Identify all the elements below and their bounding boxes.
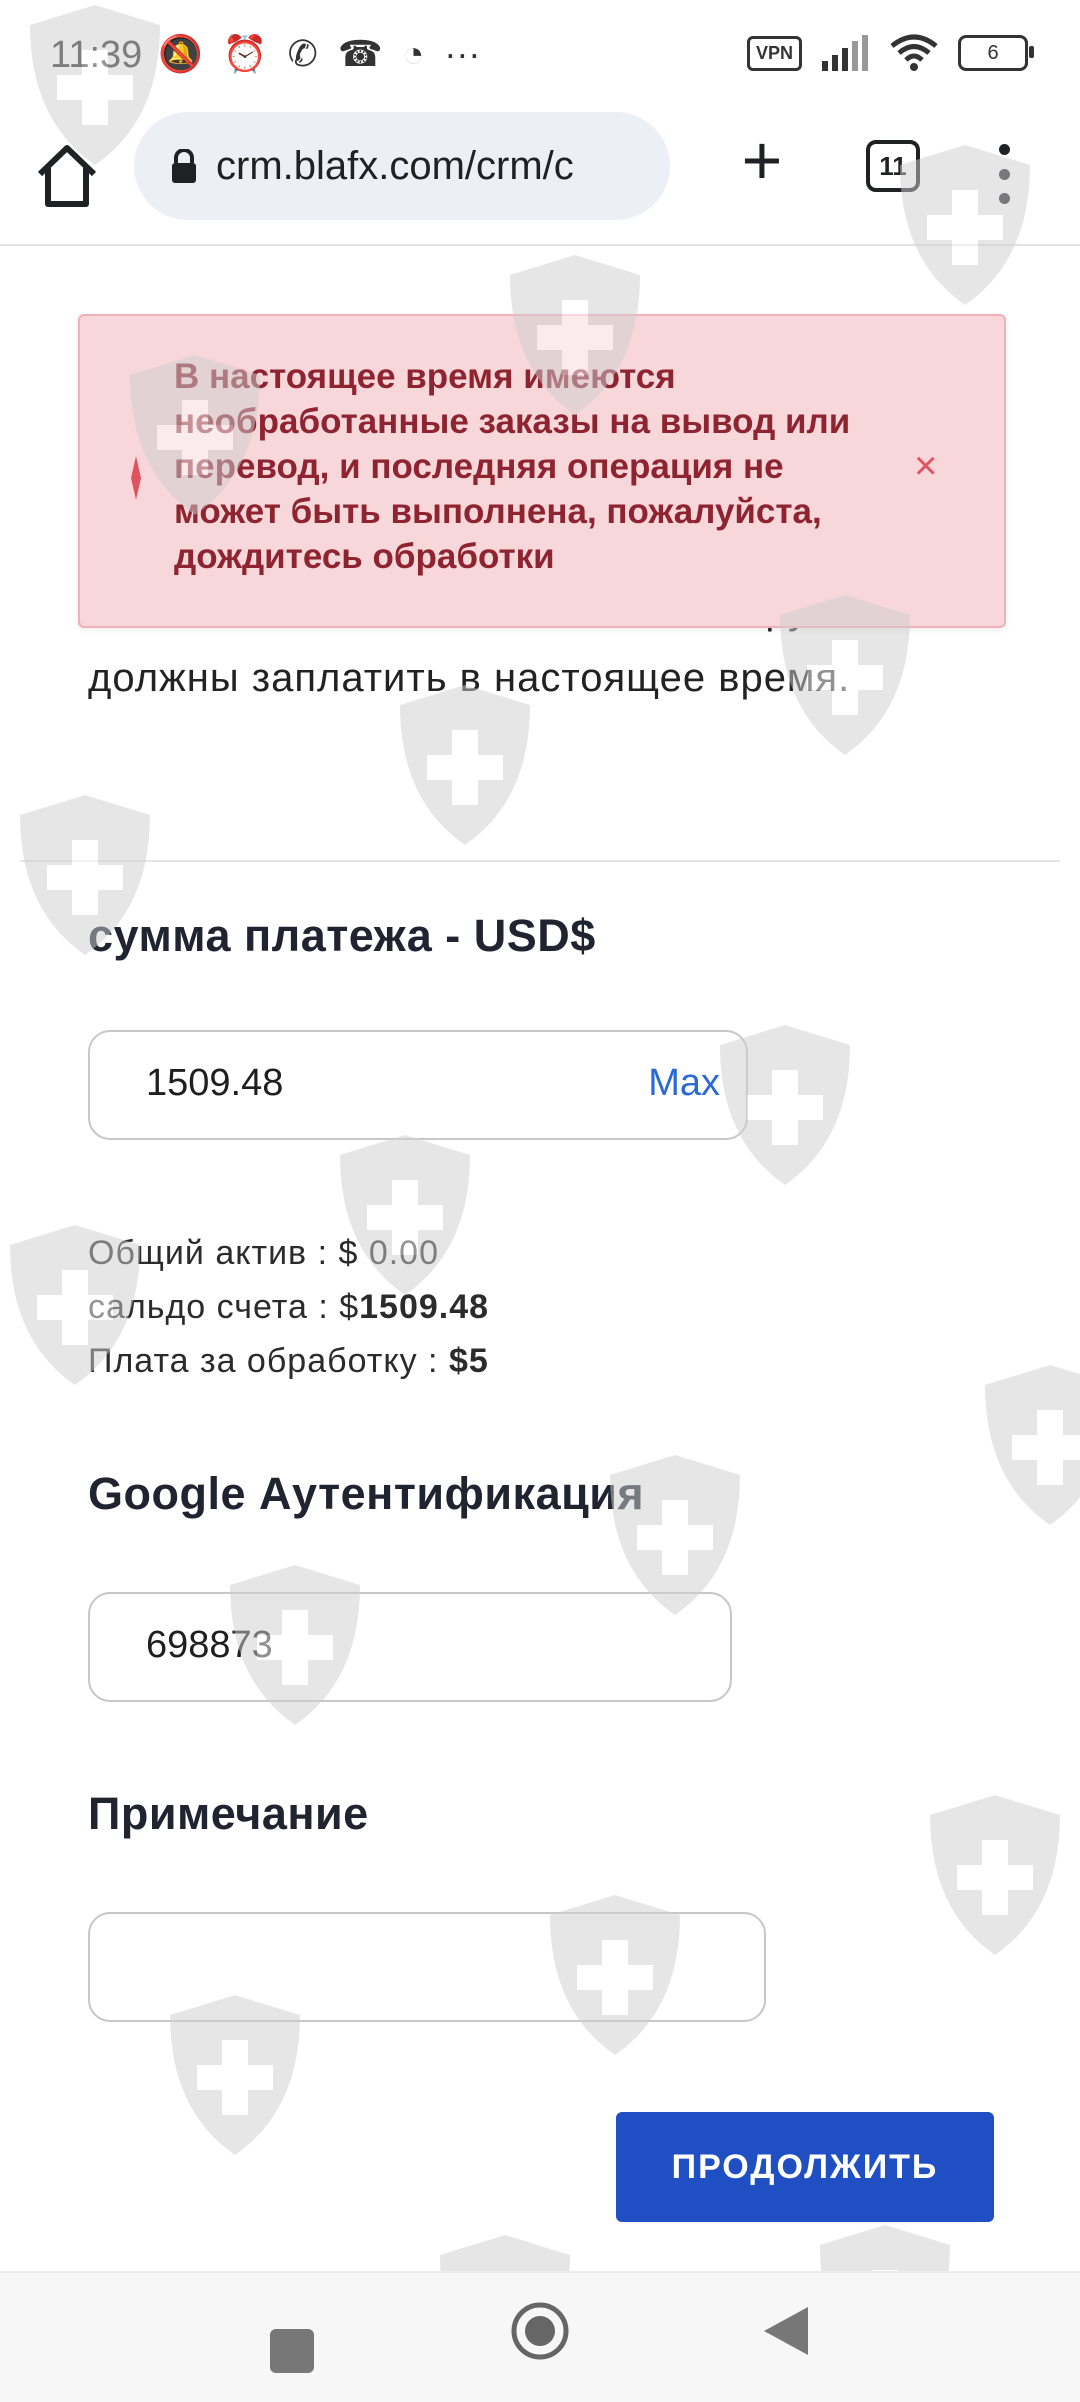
new-tab-button[interactable]: + xyxy=(730,125,794,195)
payment-amount-title: сумма платежа - USD$ xyxy=(88,910,596,961)
watermark-shield-icon xyxy=(230,1565,360,1725)
more-notifications-icon: ··· xyxy=(444,33,481,74)
signal-icon xyxy=(822,35,868,71)
clock-icon: ◔ xyxy=(402,33,425,74)
alarm-icon: ⏰ xyxy=(222,33,268,74)
watermark-shield-icon xyxy=(780,595,910,755)
watermark-shield-icon xyxy=(985,1365,1080,1525)
watermark-shield-icon xyxy=(20,795,150,955)
watermark-shield-icon xyxy=(720,1025,850,1185)
recents-button[interactable] xyxy=(270,2329,314,2373)
fee-value: $5 xyxy=(448,1342,489,1380)
vpn-badge: VPN xyxy=(746,35,802,71)
watermark-shield-icon xyxy=(170,1995,300,2155)
watermark-shield-icon xyxy=(130,355,260,515)
wifi-icon xyxy=(890,34,938,71)
payment-amount-input[interactable]: 1509.48 Max xyxy=(88,1030,748,1140)
watermark-shield-icon xyxy=(340,1135,470,1295)
close-icon[interactable]: × xyxy=(914,446,937,486)
section-divider xyxy=(20,860,1060,862)
watermark-shield-icon xyxy=(610,1455,740,1615)
whatsapp-icon: ✆ xyxy=(287,33,318,74)
home-nav-button[interactable] xyxy=(510,2301,570,2361)
viber-icon: ☎ xyxy=(337,33,383,74)
address-bar[interactable]: crm.blafx.com/crm/c xyxy=(134,112,670,220)
payment-amount-value: 1509.48 xyxy=(146,1062,284,1104)
google-auth-title: Google Аутентификация xyxy=(88,1468,645,1519)
watermark-shield-icon xyxy=(400,685,530,845)
system-nav-bar xyxy=(0,2271,1080,2402)
watermark-shield-icon xyxy=(510,255,640,415)
watermark-shield-icon xyxy=(550,1895,680,2055)
battery-icon: 6 xyxy=(958,35,1034,71)
lock-icon xyxy=(172,149,196,183)
url-text: crm.blafx.com/crm/c xyxy=(216,143,574,188)
continue-button[interactable]: ПРОДОЛЖИТЬ xyxy=(616,2112,994,2222)
watermark-shield-icon xyxy=(30,5,160,165)
note-title: Примечание xyxy=(88,1788,369,1839)
watermark-shield-icon xyxy=(10,1225,140,1385)
watermark-shield-icon xyxy=(900,145,1030,305)
back-button[interactable] xyxy=(760,2303,812,2359)
watermark-shield-icon xyxy=(930,1795,1060,1955)
notification-icons: 🔕 ⏰ ✆ ☎ ◔ ··· xyxy=(158,32,480,76)
